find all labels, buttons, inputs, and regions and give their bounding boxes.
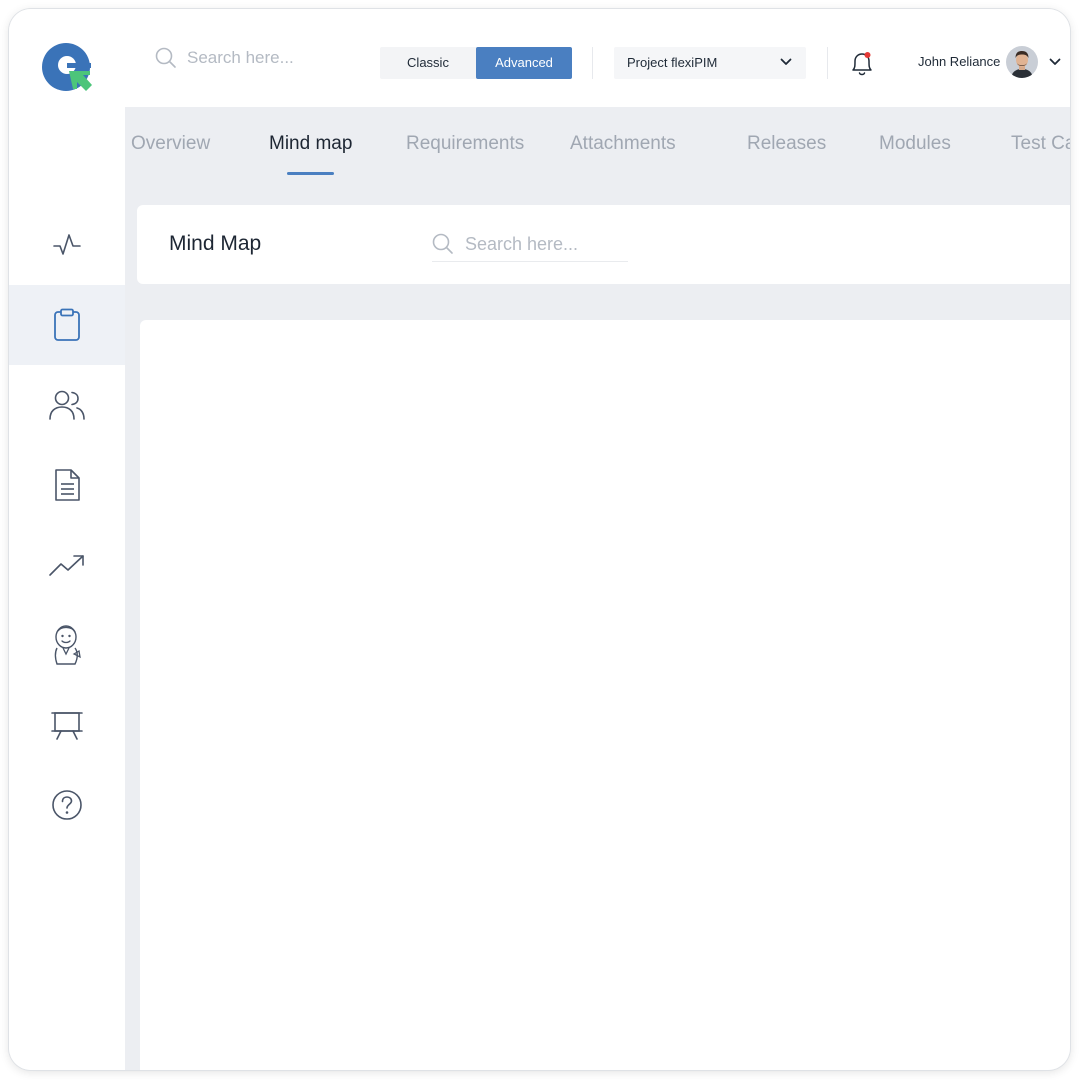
page-header: Mind Map Search here... — [137, 205, 1070, 284]
jenkins-icon — [54, 625, 81, 665]
tab-requirements[interactable]: Requirements — [406, 133, 524, 155]
mind-map-search[interactable]: Search here... — [432, 227, 628, 262]
tab-bar: Overview Mind map Requirements Attachmen… — [125, 107, 1070, 205]
avatar[interactable] — [1006, 46, 1038, 78]
search-icon — [155, 47, 176, 68]
app-window: Search here... Classic Advanced Project … — [9, 9, 1070, 1070]
tab-modules[interactable]: Modules — [879, 133, 951, 155]
global-search[interactable]: Search here... — [155, 47, 294, 69]
active-tab-indicator — [287, 172, 334, 175]
sidebar-item-users[interactable] — [9, 365, 125, 445]
tab-releases[interactable]: Releases — [747, 133, 826, 155]
activity-icon — [53, 234, 81, 255]
divider — [827, 47, 828, 79]
user-avatar-icon — [1006, 46, 1038, 78]
sidebar-item-documents[interactable] — [9, 445, 125, 525]
global-search-placeholder[interactable]: Search here... — [187, 48, 294, 68]
sidebar-item-jenkins[interactable] — [9, 605, 125, 685]
sidebar — [9, 107, 125, 1070]
tab-overview[interactable]: Overview — [131, 133, 210, 155]
presentation-board-icon — [51, 712, 83, 740]
search-icon — [432, 233, 453, 254]
project-select-value: Project flexiPIM — [627, 55, 718, 70]
notification-dot — [864, 52, 871, 58]
chevron-down-icon — [780, 58, 792, 65]
app-logo-icon[interactable] — [42, 43, 94, 95]
main-content: Overview Mind map Requirements Attachmen… — [125, 107, 1070, 1070]
document-icon — [55, 469, 80, 501]
mind-map-search-placeholder[interactable]: Search here... — [465, 234, 578, 255]
advanced-mode-button[interactable]: Advanced — [476, 47, 572, 79]
classic-mode-button[interactable]: Classic — [380, 47, 476, 79]
sidebar-item-help[interactable] — [9, 765, 125, 845]
view-mode-toggle: Classic Advanced — [380, 47, 572, 79]
clipboard-icon — [54, 308, 80, 341]
user-name[interactable]: John Reliance — [918, 54, 1000, 69]
sidebar-item-reports[interactable] — [9, 525, 125, 605]
top-bar: Search here... Classic Advanced Project … — [9, 9, 1070, 107]
trending-up-icon — [49, 555, 84, 576]
tab-test-cases[interactable]: Test Ca — [1011, 133, 1070, 155]
sidebar-item-requirements[interactable] — [9, 285, 125, 365]
notification-bell-icon[interactable] — [849, 50, 875, 78]
user-menu-chevron-icon[interactable] — [1049, 58, 1061, 66]
page-title: Mind Map — [169, 232, 262, 255]
tab-mind-map[interactable]: Mind map — [269, 133, 352, 155]
sidebar-item-activity[interactable] — [9, 205, 125, 285]
tab-attachments[interactable]: Attachments — [570, 133, 676, 155]
divider — [592, 47, 593, 79]
mind-map-canvas[interactable] — [140, 320, 1070, 1070]
help-icon — [52, 790, 82, 820]
users-icon — [49, 390, 85, 420]
project-select[interactable]: Project flexiPIM — [614, 47, 806, 79]
sidebar-item-presentation[interactable] — [9, 685, 125, 765]
